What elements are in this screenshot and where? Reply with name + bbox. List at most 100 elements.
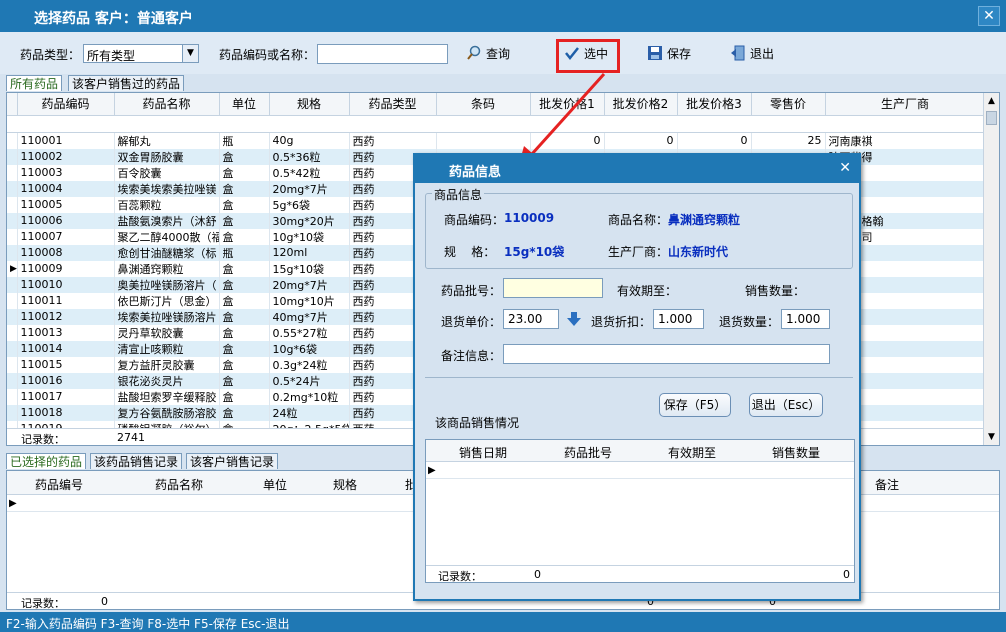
window-close-button[interactable]: ✕ (978, 6, 1000, 26)
table-cell: 埃索美埃索美拉唑镁 (114, 180, 220, 197)
table-cell: 10mg*10片 (269, 292, 350, 309)
row-pointer (7, 324, 18, 341)
return-price-input[interactable]: 23.00 (503, 309, 559, 329)
dialog-close-button[interactable]: ✕ (839, 160, 851, 176)
sales-sum-value: 0 (843, 568, 850, 581)
table-cell: 40g (269, 132, 350, 149)
batch-input[interactable] (503, 278, 603, 298)
table-cell: 20mg*7片 (269, 276, 350, 293)
query-label: 查询 (486, 46, 511, 61)
table-cell: 愈创甘油醚糖浆（标 (114, 244, 220, 261)
table-cell: 0.3g*24粒 (269, 356, 350, 373)
tab-all-drugs[interactable]: 所有药品 (6, 75, 63, 91)
note-input[interactable] (503, 344, 830, 364)
table-cell: 双金胃肠胶囊 (114, 148, 220, 165)
col-header[interactable]: 药品类型 (349, 93, 437, 116)
dialog-save-button[interactable]: 保存（F5） (659, 393, 731, 417)
expiry-label: 有效期至： (617, 284, 678, 298)
scroll-up-icon[interactable]: ▲ (984, 93, 999, 109)
table-cell: 盒 (219, 276, 270, 293)
tab-drug-sales-records[interactable]: 该药品销售记录 (90, 453, 183, 469)
row-pointer (7, 132, 18, 149)
row-pointer (7, 372, 18, 389)
table-cell: 110013 (17, 324, 115, 341)
sales-grid: 销售日期 药品批号 有效期至 销售数量 ▶ 记录数： 0 0 (425, 439, 855, 583)
arrow-down-icon[interactable] (567, 311, 581, 330)
table-cell: 盒 (219, 228, 270, 245)
query-button[interactable]: 查询 (466, 42, 510, 64)
save-label: 保存 (667, 46, 692, 61)
table-cell: 河南康祺 (825, 132, 986, 149)
table-cell: 解郁丸 (114, 132, 220, 149)
row-pointer (7, 228, 18, 245)
table-cell: 盒 (219, 260, 270, 277)
spec-value: 15g*10袋 (504, 245, 565, 259)
table-cell: 聚乙二醇4000散（福 (114, 228, 220, 245)
table-cell: 40mg*7片 (269, 308, 350, 325)
type-select[interactable]: 所有类型 ▼ (83, 44, 199, 63)
table-cell: 清宣止咳颗粒 (114, 340, 220, 357)
col-header[interactable]: 备注 (875, 476, 899, 493)
table-cell: 百蕊颗粒 (114, 196, 220, 213)
scroll-down-icon[interactable]: ▼ (984, 429, 999, 445)
col-header[interactable]: 药品名称 (114, 93, 220, 116)
table-cell: 奥美拉唑镁肠溶片（ (114, 276, 220, 293)
maker-label: 生产厂商： (608, 245, 669, 259)
col-header[interactable]: 药品编码 (17, 93, 115, 116)
record-count-label: 记录数： (438, 570, 482, 583)
exit-button[interactable]: 退出 (730, 42, 774, 64)
vertical-scrollbar[interactable]: ▲ ▼ (983, 93, 999, 445)
col-header[interactable]: 规格 (269, 93, 350, 116)
scroll-thumb[interactable] (986, 111, 997, 125)
tab-customer-sales-records[interactable]: 该客户销售记录 (186, 453, 279, 469)
window-titlebar: 选择药品 客户：普通客户 ✕ (0, 0, 1006, 32)
save-button[interactable]: 保存 (647, 42, 691, 64)
table-cell: 110015 (17, 356, 115, 373)
col-header[interactable]: 生产厂商 (825, 93, 986, 116)
row-pointer (7, 356, 18, 373)
row-pointer (7, 148, 18, 165)
table-cell: 瓶 (219, 132, 270, 149)
col-header[interactable]: 单位 (263, 476, 287, 493)
row-pointer: ▶ (7, 260, 18, 277)
sales-table-footer: 记录数： 0 0 (426, 565, 854, 582)
type-select-value: 所有类型 (87, 49, 136, 63)
table-cell: 盒 (219, 292, 270, 309)
table-cell: 110012 (17, 308, 115, 325)
batch-label: 药品批号： (441, 284, 502, 298)
col-header[interactable]: 销售数量 (772, 444, 820, 461)
spec-label: 规 格： (444, 245, 496, 259)
table-cell: 复方益肝灵胶囊 (114, 356, 220, 373)
chevron-down-icon[interactable]: ▼ (182, 45, 198, 62)
record-count-value: 2741 (117, 431, 145, 444)
row-pointer (7, 388, 18, 405)
table-cell: 灵丹草软胶囊 (114, 324, 220, 341)
tab-customer-sold-drugs[interactable]: 该客户销售过的药品 (68, 75, 185, 91)
tab-selected-drugs[interactable]: 已选择的药品 (6, 453, 87, 469)
col-header[interactable]: 药品批号 (564, 444, 612, 461)
col-header[interactable]: 有效期至 (668, 444, 716, 461)
return-qty-input[interactable]: 1.000 (781, 309, 830, 329)
name-value: 鼻渊通窍颗粒 (668, 213, 741, 227)
code-search-input[interactable] (317, 44, 448, 64)
col-header[interactable]: 单位 (219, 93, 270, 116)
row-pointer-icon: ▶ (9, 498, 17, 509)
col-header[interactable]: 规格 (333, 476, 357, 493)
sales-table-header: 销售日期 药品批号 有效期至 销售数量 (426, 440, 854, 462)
dialog-exit-button[interactable]: 退出（Esc） (749, 393, 823, 417)
row-pointer (7, 308, 18, 325)
table-cell: 110002 (17, 148, 115, 165)
table-row[interactable]: 110001 解郁丸瓶 40g 西药 0 0 0 25 河南康祺 (7, 132, 986, 149)
col-header[interactable]: 销售日期 (459, 444, 507, 461)
drug-info-dialog: 药品信息 ✕ 商品信息 商品编码： 110009 商品名称： 鼻渊通窍颗粒 规 … (413, 153, 861, 601)
row-pointer (7, 340, 18, 357)
row-pointer (7, 276, 18, 293)
col-header[interactable]: 药品名称 (155, 476, 203, 493)
table-cell: 110010 (17, 276, 115, 293)
return-discount-input[interactable]: 1.000 (653, 309, 704, 329)
code-label: 商品编码： (444, 213, 505, 227)
col-header[interactable]: 零售价 (751, 93, 826, 116)
col-header[interactable]: 药品编号 (35, 476, 83, 493)
sale-qty-label: 销售数量： (745, 284, 806, 298)
col-header[interactable]: 批发价格3 (677, 93, 752, 116)
